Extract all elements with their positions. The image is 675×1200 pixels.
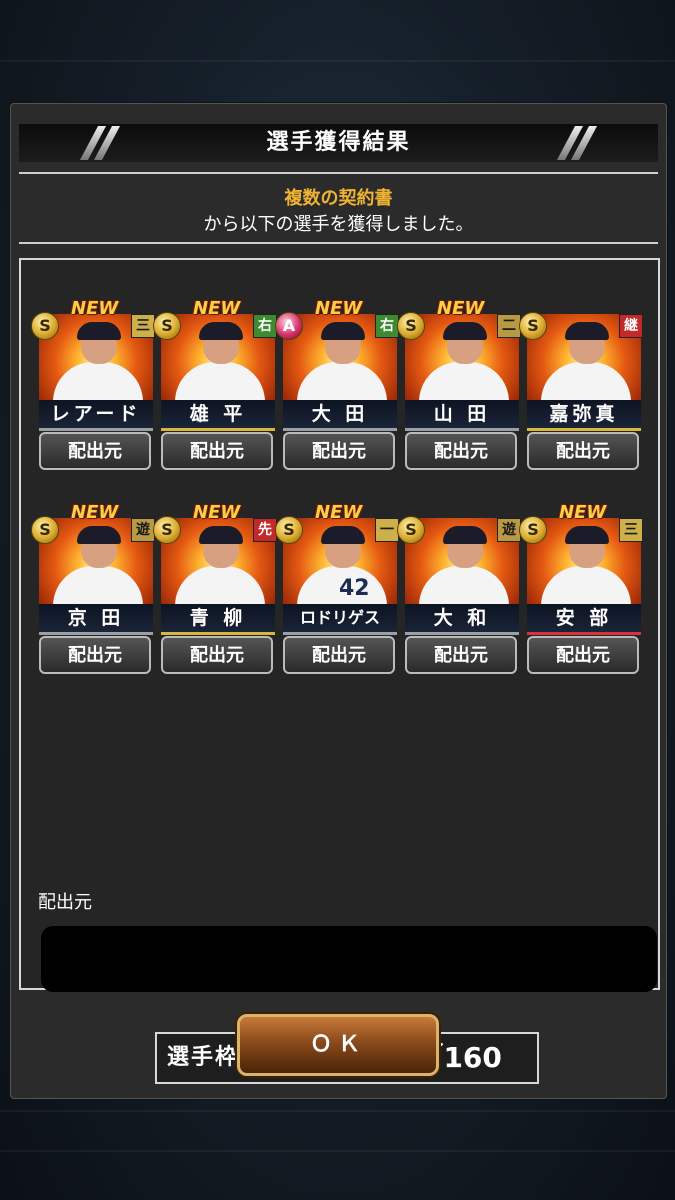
source-button[interactable]: 配出元 bbox=[161, 636, 273, 674]
new-label: NEW bbox=[559, 502, 607, 523]
player-name-bar: 大 田 bbox=[283, 400, 397, 431]
source-button[interactable]: 配出元 bbox=[405, 636, 517, 674]
source-field bbox=[41, 926, 657, 992]
source-button[interactable]: 配出元 bbox=[527, 432, 639, 470]
new-label: NEW bbox=[315, 298, 363, 319]
position-badge: 遊 bbox=[131, 518, 155, 542]
source-button[interactable]: 配出元 bbox=[283, 432, 395, 470]
new-label: NEW bbox=[193, 298, 241, 319]
player-card[interactable]: 嘉弥真 S 継 配出元 bbox=[519, 302, 643, 474]
player-name-bar: 京 田 bbox=[39, 604, 153, 635]
player-card[interactable]: 京 田 S 遊 NEW 配出元 bbox=[31, 502, 155, 678]
player-name-bar: 安 部 bbox=[527, 604, 641, 635]
result-dialog: 選手獲得結果 複数の契約書 から以下の選手を獲得しました。 レアード S 三 N… bbox=[10, 103, 667, 1099]
source-button[interactable]: 配出元 bbox=[39, 432, 151, 470]
position-badge: 右 bbox=[253, 314, 277, 338]
player-name: 山 田 bbox=[433, 403, 491, 425]
player-card[interactable]: 42 ロドリゲス S 一 NEW 配出元 bbox=[275, 502, 399, 678]
player-name-bar: ロドリゲス bbox=[283, 604, 397, 635]
source-button[interactable]: 配出元 bbox=[161, 432, 273, 470]
new-label: NEW bbox=[71, 298, 119, 319]
new-label: NEW bbox=[315, 502, 363, 523]
player-name-bar: 嘉弥真 bbox=[527, 400, 641, 431]
player-name: レアード bbox=[50, 403, 142, 425]
ok-button[interactable]: ＯＫ bbox=[237, 1014, 439, 1076]
source-button[interactable]: 配出元 bbox=[39, 636, 151, 674]
source-button[interactable]: 配出元 bbox=[405, 432, 517, 470]
player-name: 安 部 bbox=[555, 607, 613, 629]
position-badge: 一 bbox=[375, 518, 399, 542]
position-badge: 遊 bbox=[497, 518, 521, 542]
player-card[interactable]: レアード S 三 NEW 配出元 bbox=[31, 298, 155, 474]
position-badge: 右 bbox=[375, 314, 399, 338]
player-name-bar: 大 和 bbox=[405, 604, 519, 635]
position-badge: 三 bbox=[131, 314, 155, 338]
rank-badge-icon: S bbox=[153, 312, 181, 340]
position-badge: 三 bbox=[619, 518, 643, 542]
dialog-title: 選手獲得結果 bbox=[266, 130, 411, 155]
rank-badge-icon: S bbox=[275, 516, 303, 544]
player-name: 雄 平 bbox=[189, 403, 247, 425]
source-name: 複数の契約書 bbox=[284, 188, 393, 209]
player-card-grid: レアード S 三 NEW 配出元 雄 平 S 右 NEW 配出元 大 田 A 右 bbox=[19, 258, 660, 1084]
player-card[interactable]: 安 部 S 三 NEW 配出元 bbox=[519, 502, 643, 678]
new-label: NEW bbox=[71, 502, 119, 523]
player-name-bar: 青 柳 bbox=[161, 604, 275, 635]
result-message: から以下の選手を獲得しました。 bbox=[203, 214, 474, 235]
rank-badge-icon: A bbox=[275, 312, 303, 340]
player-name: 大 田 bbox=[311, 403, 369, 425]
rank-badge-icon: S bbox=[519, 516, 547, 544]
source-button[interactable]: 配出元 bbox=[283, 636, 395, 674]
player-card[interactable]: 青 柳 S 先 NEW 配出元 bbox=[153, 502, 277, 678]
source-label: 配出元 bbox=[38, 892, 92, 913]
player-card[interactable]: 大 和 S 遊 配出元 bbox=[397, 506, 521, 678]
player-name-bar: 山 田 bbox=[405, 400, 519, 431]
new-label: NEW bbox=[193, 502, 241, 523]
rank-badge-icon: S bbox=[31, 516, 59, 544]
divider bbox=[19, 242, 658, 244]
player-name: 大 和 bbox=[433, 607, 491, 629]
player-card[interactable]: 山 田 S 二 NEW 配出元 bbox=[397, 298, 521, 474]
player-card[interactable]: 大 田 A 右 NEW 配出元 bbox=[275, 298, 399, 474]
source-button[interactable]: 配出元 bbox=[527, 636, 639, 674]
rank-badge-icon: S bbox=[397, 516, 425, 544]
player-card[interactable]: 雄 平 S 右 NEW 配出元 bbox=[153, 298, 277, 474]
player-name-bar: レアード bbox=[39, 400, 153, 431]
position-badge: 二 bbox=[497, 314, 521, 338]
player-name: 青 柳 bbox=[189, 607, 247, 629]
new-label: NEW bbox=[437, 298, 485, 319]
rank-badge-icon: S bbox=[519, 312, 547, 340]
rank-badge-icon: S bbox=[153, 516, 181, 544]
player-name: ロドリゲス bbox=[299, 608, 380, 627]
dialog-titlebar: 選手獲得結果 bbox=[19, 124, 658, 162]
position-badge: 先 bbox=[253, 518, 277, 542]
rank-badge-icon: S bbox=[31, 312, 59, 340]
player-name-bar: 雄 平 bbox=[161, 400, 275, 431]
position-badge: 継 bbox=[619, 314, 643, 338]
player-name: 京 田 bbox=[67, 607, 125, 629]
divider bbox=[19, 172, 658, 174]
jersey-number: 42 bbox=[339, 576, 370, 601]
rank-badge-icon: S bbox=[397, 312, 425, 340]
player-name: 嘉弥真 bbox=[549, 403, 619, 425]
